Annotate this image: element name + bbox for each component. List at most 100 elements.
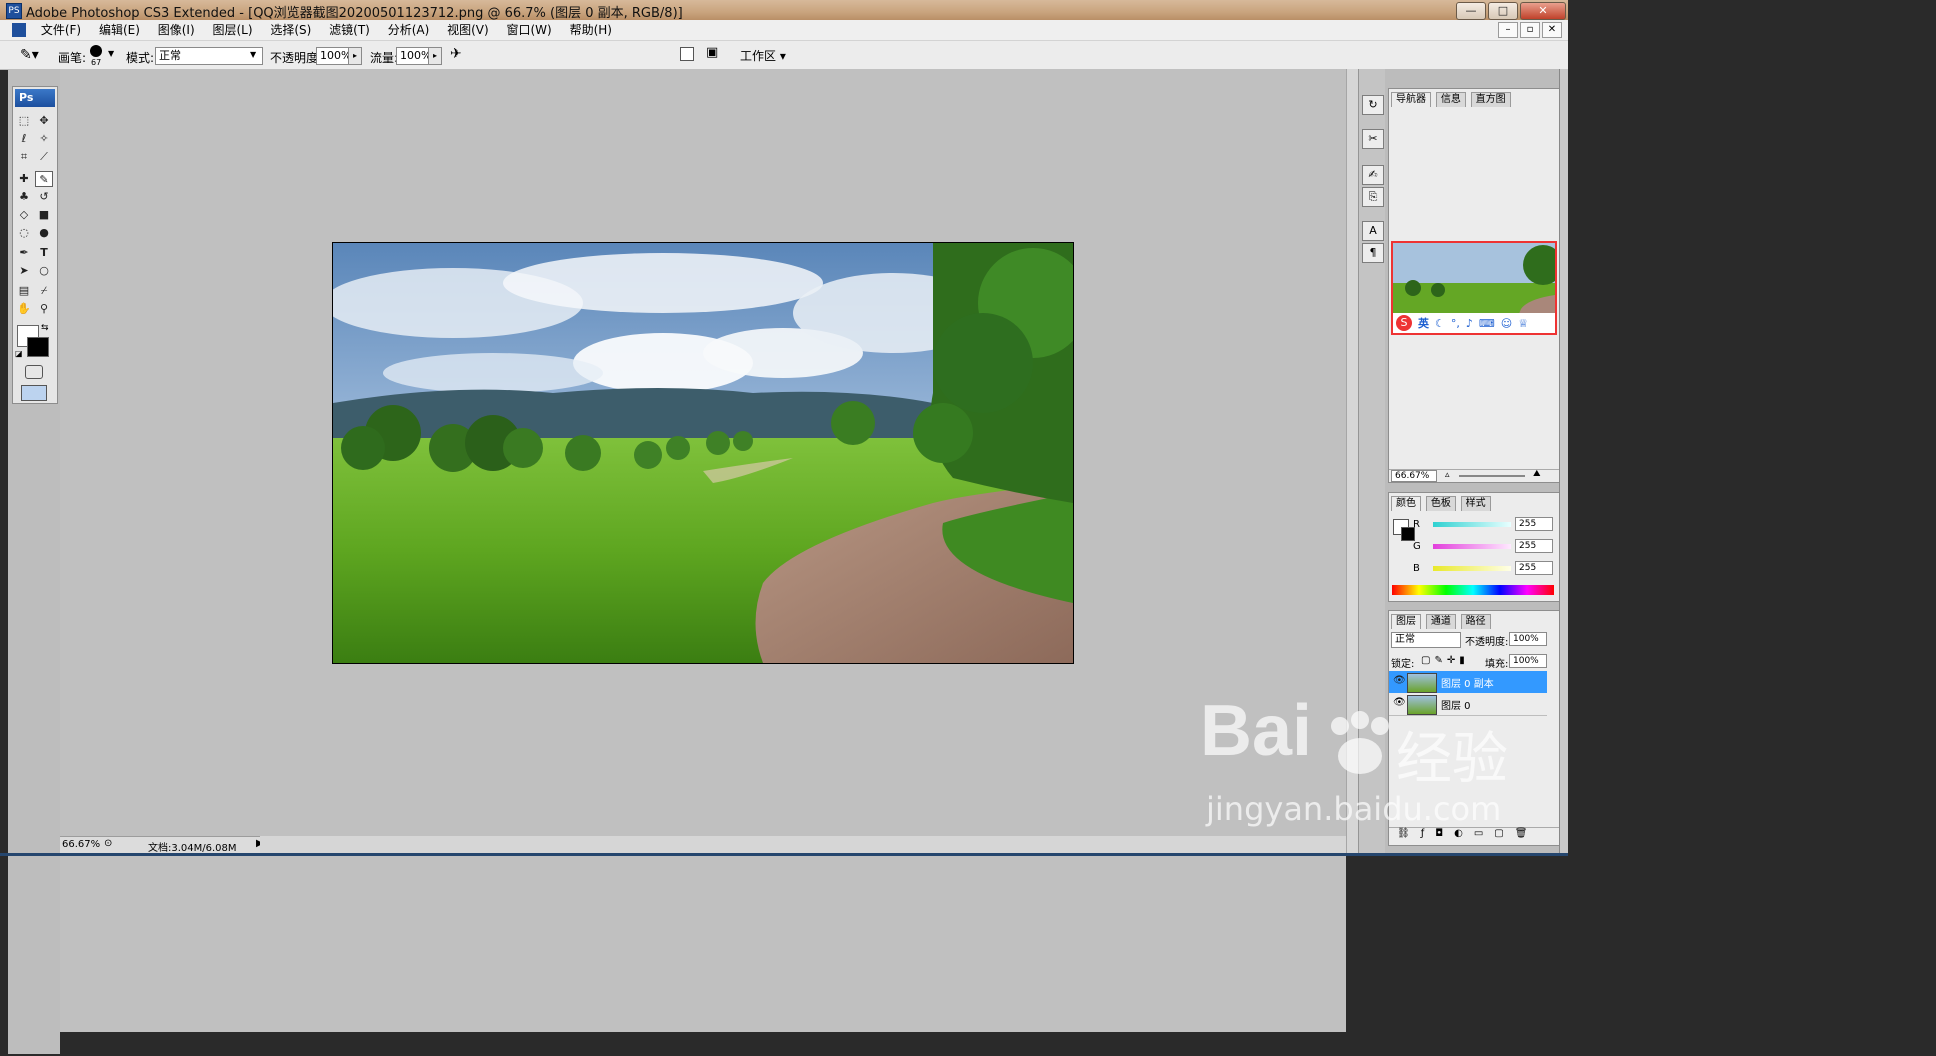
tab-color[interactable]: 颜色 bbox=[1391, 496, 1421, 511]
clone-stamp-tool-icon[interactable]: ♣ bbox=[15, 189, 33, 205]
brush-dropdown-icon[interactable]: ▼ bbox=[108, 49, 114, 58]
tool-presets-panel-icon[interactable]: ✂ bbox=[1362, 129, 1384, 149]
tab-layers[interactable]: 图层 bbox=[1391, 614, 1421, 629]
healing-brush-tool-icon[interactable]: ✚ bbox=[15, 171, 33, 187]
screen-mode-icon[interactable] bbox=[21, 385, 47, 401]
pen-tool-icon[interactable]: ✒ bbox=[15, 245, 33, 261]
shape-tool-icon[interactable]: ○ bbox=[35, 263, 53, 279]
quick-mask-icon[interactable] bbox=[25, 365, 43, 379]
ime-language-label[interactable]: 英 bbox=[1418, 315, 1429, 331]
history-panel-icon[interactable]: ↻ bbox=[1362, 95, 1384, 115]
ime-moon-icon[interactable]: ☾ bbox=[1435, 317, 1445, 330]
blur-tool-icon[interactable]: ◌ bbox=[15, 225, 33, 241]
visibility-eye-icon[interactable]: 👁 bbox=[1393, 697, 1406, 708]
airbrush-icon[interactable]: ✈ bbox=[450, 46, 462, 62]
layer-row[interactable]: 👁 图层 0 副本 bbox=[1389, 671, 1547, 693]
ime-user-icon[interactable]: ☺ bbox=[1501, 317, 1512, 330]
brushes-panel-icon[interactable]: ✍ bbox=[1362, 165, 1384, 185]
tab-swatches[interactable]: 色板 bbox=[1425, 496, 1456, 511]
ime-punct-icon[interactable]: °, bbox=[1451, 317, 1460, 330]
ime-mic-icon[interactable]: ♪ bbox=[1466, 317, 1473, 330]
flow-input[interactable]: 100% bbox=[396, 47, 432, 65]
doc-restore-button[interactable]: ▫ bbox=[1520, 22, 1540, 38]
mode-select[interactable]: 正常 bbox=[155, 47, 263, 65]
image-canvas[interactable] bbox=[332, 242, 1074, 664]
channel-b-input[interactable]: 255 bbox=[1515, 561, 1553, 575]
magic-wand-tool-icon[interactable]: ✧ bbox=[35, 131, 53, 147]
ime-keyboard-icon[interactable]: ⌨ bbox=[1479, 317, 1495, 330]
menu-view[interactable]: 视图(V) bbox=[440, 20, 496, 40]
path-selection-tool-icon[interactable]: ➤ bbox=[15, 263, 33, 279]
menu-layer[interactable]: 图层(L) bbox=[205, 20, 259, 40]
navigator-zoom-slider[interactable] bbox=[1459, 475, 1525, 477]
menu-filter[interactable]: 滤镜(T) bbox=[322, 20, 377, 40]
bridge-icon[interactable]: ▣ bbox=[706, 45, 718, 60]
workspace-menu[interactable]: 工作区 ▾ bbox=[740, 47, 786, 64]
layer-opacity-input[interactable]: 100% bbox=[1509, 632, 1547, 646]
zoom-in-icon[interactable]: ⛰ bbox=[1533, 469, 1541, 479]
status-options-icon[interactable]: ⊙ bbox=[104, 838, 112, 849]
clone-source-panel-icon[interactable]: ⎘ bbox=[1362, 187, 1384, 207]
menu-file[interactable]: 文件(F) bbox=[34, 20, 88, 40]
type-tool-icon[interactable]: T bbox=[35, 245, 53, 261]
tab-styles[interactable]: 样式 bbox=[1460, 496, 1491, 511]
tab-paths[interactable]: 路径 bbox=[1460, 614, 1491, 629]
menu-window[interactable]: 窗口(W) bbox=[500, 20, 559, 40]
brush-tool-icon[interactable]: ✎ bbox=[35, 171, 53, 187]
lock-icons[interactable]: ▢✎✛▮ bbox=[1421, 655, 1469, 666]
brush-preview-icon[interactable] bbox=[90, 45, 102, 57]
paragraph-panel-icon[interactable]: ¶ bbox=[1362, 243, 1384, 263]
eraser-tool-icon[interactable]: ◇ bbox=[15, 207, 33, 223]
doc-close-button[interactable]: ✕ bbox=[1542, 22, 1562, 38]
layers-footer-icons[interactable]: ⛓ƒ◘◐▭▢🗑 bbox=[1389, 827, 1559, 844]
menu-select[interactable]: 选择(S) bbox=[263, 20, 318, 40]
menu-help[interactable]: 帮助(H) bbox=[563, 20, 619, 40]
ime-skin-icon[interactable]: ♕ bbox=[1518, 317, 1528, 330]
menu-analysis[interactable]: 分析(A) bbox=[381, 20, 437, 40]
channel-g-input[interactable]: 255 bbox=[1515, 539, 1553, 553]
status-zoom[interactable]: 66.67% bbox=[62, 839, 100, 850]
swap-colors-icon[interactable]: ⇆ bbox=[41, 323, 49, 333]
restore-button[interactable]: □ bbox=[1488, 2, 1518, 20]
move-tool-icon[interactable]: ✥ bbox=[35, 113, 53, 129]
marquee-tool-icon[interactable]: ⬚ bbox=[15, 113, 33, 129]
character-panel-icon[interactable]: A bbox=[1362, 221, 1384, 241]
slice-tool-icon[interactable]: ⟋ bbox=[35, 149, 53, 165]
dodge-tool-icon[interactable]: ● bbox=[35, 225, 53, 241]
opacity-slider-button[interactable]: ▸ bbox=[348, 47, 362, 65]
tab-channels[interactable]: 通道 bbox=[1425, 614, 1456, 629]
eyedropper-tool-icon[interactable]: ⌿ bbox=[35, 283, 53, 299]
close-button[interactable]: ✕ bbox=[1520, 2, 1566, 20]
navigator-zoom-input[interactable]: 66.67% bbox=[1391, 470, 1437, 482]
channel-r-input[interactable]: 255 bbox=[1515, 517, 1553, 531]
tab-info[interactable]: 信息 bbox=[1435, 92, 1466, 107]
layer-blend-mode-select[interactable]: 正常 bbox=[1391, 632, 1461, 648]
background-color-swatch[interactable] bbox=[27, 337, 49, 357]
sogou-icon[interactable]: S bbox=[1396, 315, 1412, 331]
gradient-tool-icon[interactable]: ■ bbox=[35, 207, 53, 223]
visibility-eye-icon[interactable]: 👁 bbox=[1393, 675, 1406, 686]
channel-r-slider[interactable] bbox=[1433, 522, 1511, 527]
hand-tool-icon[interactable]: ✋ bbox=[15, 301, 33, 317]
palette-well-icon[interactable] bbox=[680, 47, 694, 61]
doc-minimize-button[interactable]: – bbox=[1498, 22, 1518, 38]
channel-g-slider[interactable] bbox=[1433, 544, 1511, 549]
tab-navigator[interactable]: 导航器 bbox=[1391, 92, 1431, 107]
notes-tool-icon[interactable]: ▤ bbox=[15, 283, 33, 299]
brush-tool-preset-icon[interactable]: ✎▾ bbox=[20, 47, 39, 63]
fill-input[interactable]: 100% bbox=[1509, 654, 1547, 668]
minimize-button[interactable]: — bbox=[1456, 2, 1486, 20]
crop-tool-icon[interactable]: ⌗ bbox=[15, 149, 33, 165]
navigator-preview[interactable]: S 英 ☾ °, ♪ ⌨ ☺ ♕ bbox=[1391, 241, 1557, 335]
zoom-out-icon[interactable]: ▵ bbox=[1445, 470, 1450, 480]
tab-histogram[interactable]: 直方图 bbox=[1470, 92, 1511, 107]
menu-edit[interactable]: 编辑(E) bbox=[92, 20, 147, 40]
default-colors-icon[interactable]: ◪ bbox=[15, 349, 23, 358]
lasso-tool-icon[interactable]: ℓ bbox=[15, 131, 33, 147]
opacity-input[interactable]: 100% bbox=[316, 47, 352, 65]
zoom-tool-icon[interactable]: ⚲ bbox=[35, 301, 53, 317]
menu-image[interactable]: 图像(I) bbox=[151, 20, 202, 40]
history-brush-tool-icon[interactable]: ↺ bbox=[35, 189, 53, 205]
channel-b-slider[interactable] bbox=[1433, 566, 1511, 571]
layer-row[interactable]: 👁 图层 0 bbox=[1389, 693, 1547, 716]
